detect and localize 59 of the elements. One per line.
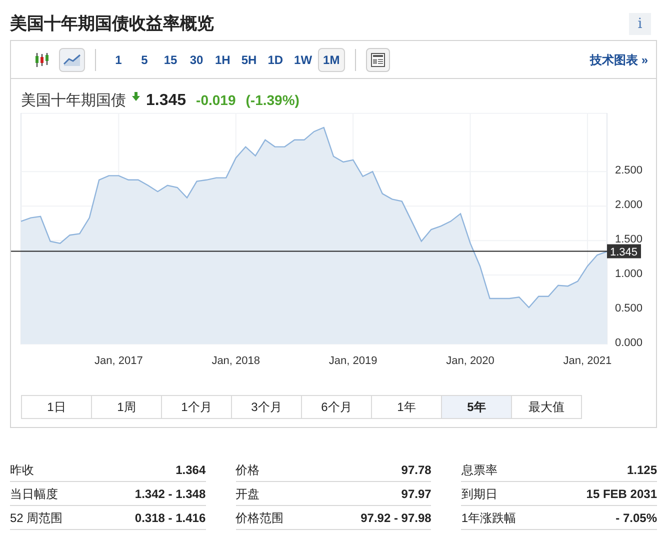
interval-button[interactable]: 1H xyxy=(210,48,236,72)
ref-line-label: 1.345 xyxy=(610,246,638,258)
price-tag: 1.345 xyxy=(607,244,641,258)
x-axis-label: Jan, 2021 xyxy=(563,355,612,367)
newspaper-icon xyxy=(370,52,385,66)
interval-button[interactable]: 5 xyxy=(132,48,157,72)
page-title: 美国十年期国债收益率概览 xyxy=(10,13,214,36)
x-axis-label: Jan, 2020 xyxy=(446,355,494,367)
interval-button[interactable]: 30 xyxy=(184,48,209,72)
stat-value: 1.342 - 1.348 xyxy=(134,486,206,502)
stat-label: 52 周范围 xyxy=(10,510,63,526)
y-axis-label: 1.000 xyxy=(615,268,643,280)
interval-button[interactable]: 5H xyxy=(236,48,262,72)
y-axis-label: 1.500 xyxy=(615,234,643,246)
stat-label: 当日幅度 xyxy=(10,486,58,502)
y-axis-label: 2.000 xyxy=(615,199,643,212)
candlestick-icon xyxy=(34,52,50,68)
y-axis-label: 0.000 xyxy=(615,337,643,349)
price: 1.345 xyxy=(146,91,186,111)
news-button[interactable] xyxy=(366,48,390,72)
range-tab[interactable]: 5年 xyxy=(441,395,512,419)
stat-label: 价格 xyxy=(236,462,260,478)
range-tab[interactable]: 1周 xyxy=(91,395,162,419)
stat-value: 15 FEB 2031 xyxy=(586,486,657,502)
y-axis-label: 0.500 xyxy=(615,302,643,315)
stat-value: 1.125 xyxy=(626,462,657,478)
range-tab[interactable]: 最大值 xyxy=(511,395,582,419)
y-axis-label: 2.500 xyxy=(615,164,643,177)
technical-chart-link[interactable]: 技术图表 » xyxy=(590,50,648,68)
instrument-name: 美国十年期国债 xyxy=(21,91,126,111)
interval-button[interactable]: 1D xyxy=(262,48,288,72)
x-axis-label: Jan, 2019 xyxy=(328,355,378,367)
x-axis-label: Jan, 2017 xyxy=(94,355,143,367)
info-button[interactable]: i xyxy=(629,13,651,35)
stat-label: 价格范围 xyxy=(236,510,284,526)
range-tab[interactable]: 1日 xyxy=(21,395,92,419)
interval-button[interactable]: 1M xyxy=(318,48,345,72)
stat-label: 昨收 xyxy=(10,462,34,478)
stat-value: 97.78 xyxy=(401,462,432,478)
stat-value: 97.97 xyxy=(401,486,432,502)
interval-button[interactable]: 1 xyxy=(106,48,131,72)
percent-change: (-1.39%) xyxy=(246,91,300,110)
stat-label: 到期日 xyxy=(461,486,498,502)
x-axis-label: Jan, 2018 xyxy=(212,355,260,367)
stat-label: 息票率 xyxy=(461,462,498,478)
stat-value: 97.92 - 97.98 xyxy=(360,510,432,526)
stat-value: - 7.05% xyxy=(616,510,657,526)
range-tab[interactable]: 1年 xyxy=(371,395,442,419)
stat-label: 开盘 xyxy=(236,486,260,502)
stat-label: 1年涨跌幅 xyxy=(461,510,516,526)
interval-button[interactable]: 1W xyxy=(289,48,318,72)
price-change: -0.019 xyxy=(196,91,236,110)
range-tab[interactable]: 6个月 xyxy=(301,395,372,419)
stat-value: 0.318 - 1.416 xyxy=(134,510,206,526)
stat-value: 1.364 xyxy=(176,462,206,478)
line-chart-icon xyxy=(63,52,81,66)
interval-button[interactable]: 15 xyxy=(158,48,183,72)
range-tab[interactable]: 3个月 xyxy=(231,395,302,419)
range-tab[interactable]: 1个月 xyxy=(161,395,232,419)
